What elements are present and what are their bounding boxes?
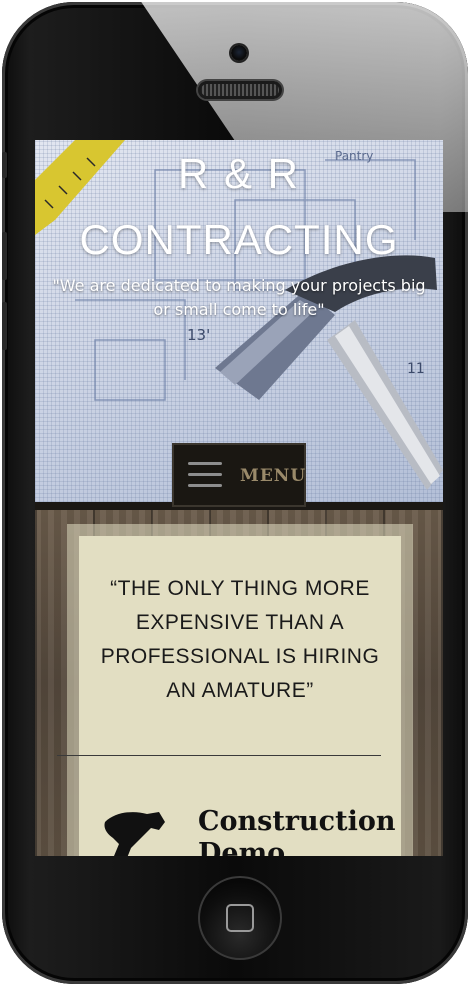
quote-text: “The only thing more expensive than a pr… — [100, 577, 380, 702]
menu-label: MENU — [240, 466, 307, 486]
speaker-grille — [198, 81, 282, 99]
hammer-icon — [104, 812, 165, 856]
home-square-icon — [226, 904, 254, 932]
hamburger-icon — [188, 462, 222, 488]
mute-switch — [2, 152, 7, 178]
volume-down-button — [2, 302, 7, 350]
site-title: CONTRACTING — [79, 216, 399, 263]
tagline: "We are dedicated to making your project… — [52, 276, 426, 319]
blueprint-label: 13' — [187, 326, 210, 344]
site-title: R & R — [177, 150, 300, 197]
blueprint-label: 11 — [407, 361, 425, 377]
phone-screen: Pantry 13' 11 R & R CONTRACTING "We are … — [35, 140, 443, 856]
menu-button[interactable]: MENU — [172, 443, 306, 507]
home-button[interactable] — [198, 876, 282, 960]
service-heading: Construction Demo — [198, 806, 396, 856]
volume-up-button — [2, 232, 7, 280]
camera-icon — [231, 45, 247, 61]
quote-divider — [57, 755, 381, 756]
